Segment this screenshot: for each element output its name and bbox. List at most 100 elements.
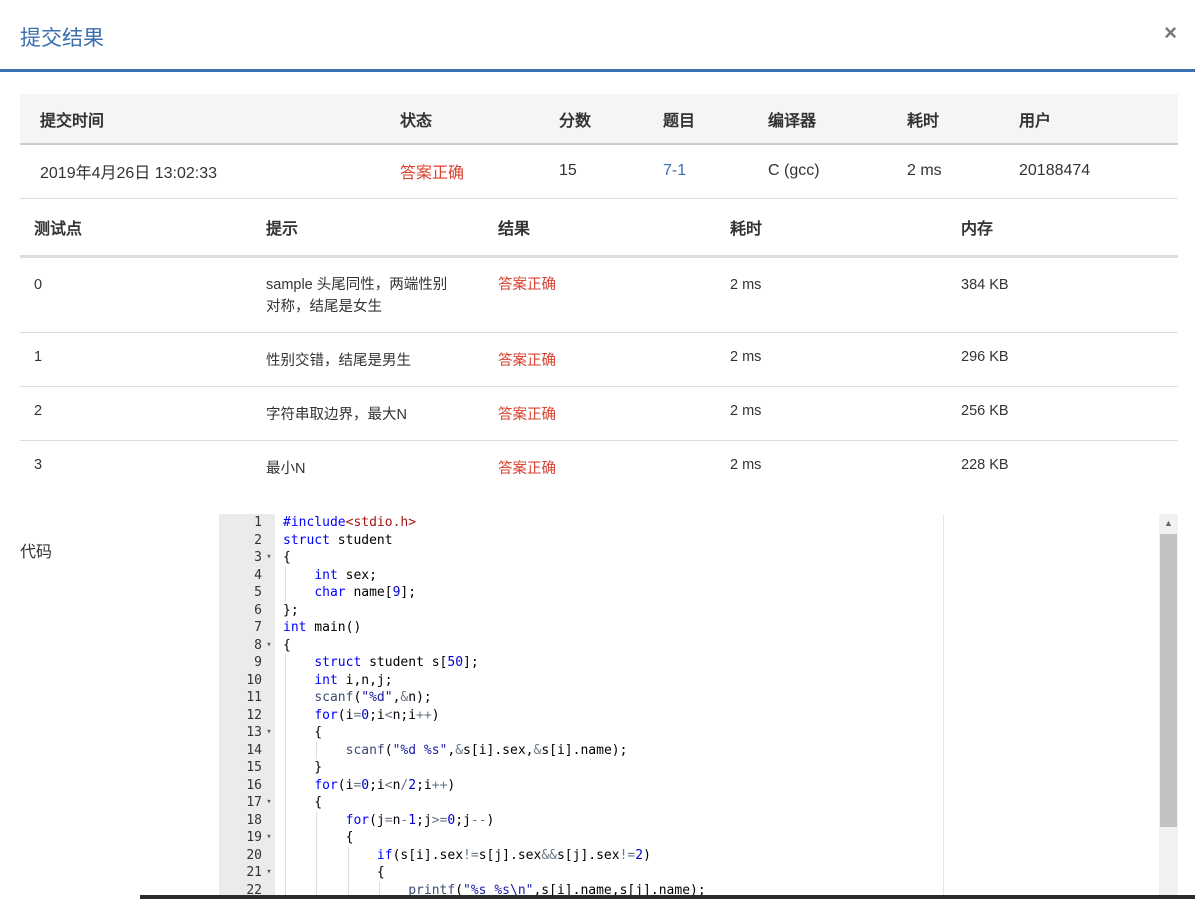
code-text: if(s[i].sex!=s[j].sex&&s[j].sex!=2) bbox=[376, 847, 651, 863]
test-id: 2 bbox=[20, 386, 252, 441]
line-number: 15 bbox=[246, 760, 262, 775]
fold-toggle-icon[interactable]: ▾ bbox=[264, 864, 274, 882]
test-results-table: 测试点 提示 结果 耗时 内存 0 sample 头尾同性，两端性别对称，结尾是… bbox=[20, 200, 1178, 494]
header-compiler: 编译器 bbox=[768, 112, 817, 130]
code-line: 1 #include<stdio.h> bbox=[219, 514, 1159, 532]
line-number: 2 bbox=[254, 532, 262, 548]
fold-toggle-icon[interactable]: ▾ bbox=[264, 794, 274, 812]
fold-toggle-icon[interactable]: ▾ bbox=[264, 549, 274, 567]
header-time: 耗时 bbox=[730, 221, 763, 239]
test-hint: sample 头尾同性，两端性别对称，结尾是女生 bbox=[252, 256, 484, 333]
code-line: 14 scanf("%d %s",&s[i].sex,&s[i].name); bbox=[219, 741, 1159, 759]
line-number: 19 bbox=[246, 830, 262, 845]
code-line: 15 } bbox=[219, 759, 1159, 777]
bottom-bar bbox=[140, 895, 1195, 899]
test-time: 2 ms bbox=[716, 332, 947, 387]
code-text: { bbox=[283, 795, 323, 810]
table-row: 1 性别交错，结尾是男生 答案正确 2 ms 296 KB bbox=[20, 332, 1178, 387]
line-number: 4 bbox=[254, 567, 262, 583]
test-id: 1 bbox=[20, 332, 252, 387]
test-result: 答案正确 bbox=[484, 332, 716, 387]
compiler-value: C (gcc) bbox=[768, 162, 820, 180]
summary-row: 2019年4月26日 13:02:33 答案正确 15 7-1 C (gcc) … bbox=[20, 144, 1178, 198]
line-number: 9 bbox=[254, 655, 262, 670]
line-number: 11 bbox=[246, 690, 262, 705]
code-editor[interactable]: 1 #include<stdio.h> 2 struct student 3 ▾{4 in… bbox=[219, 514, 1159, 899]
header-submit-time: 提交时间 bbox=[40, 112, 105, 130]
line-number: 5 bbox=[254, 585, 262, 600]
problem-link[interactable]: 7-1 bbox=[643, 144, 748, 198]
status-badge: 答案正确 bbox=[400, 165, 465, 183]
line-number: 17 bbox=[246, 795, 262, 810]
elapsed-value: 2 ms bbox=[907, 162, 942, 180]
code-line: 9 struct student s[50]; bbox=[219, 654, 1159, 672]
code-line: 13 ▾ { bbox=[219, 724, 1159, 742]
line-number: 7 bbox=[254, 620, 262, 635]
code-text: for(i=0;i<n;i++) bbox=[314, 707, 440, 723]
header-user: 用户 bbox=[1019, 112, 1052, 130]
code-line: 10 int i,n,j; bbox=[219, 671, 1159, 689]
code-text: int sex; bbox=[314, 567, 377, 583]
editor-scrollbar[interactable]: ▲ bbox=[1159, 514, 1178, 899]
code-line: 6}; bbox=[219, 602, 1159, 620]
tests-header-row: 测试点 提示 结果 耗时 内存 bbox=[20, 200, 1178, 256]
code-text: for(j=n-1;j>=0;j--) bbox=[345, 812, 495, 828]
fold-toggle-icon[interactable]: ▾ bbox=[264, 637, 274, 655]
code-line: 20 if(s[i].sex!=s[j].sex&&s[j].sex!=2) bbox=[219, 846, 1159, 864]
code-text: { bbox=[283, 550, 291, 565]
code-text: { bbox=[283, 865, 385, 880]
submit-time: 2019年4月26日 13:02:33 bbox=[40, 165, 218, 183]
header-status: 状态 bbox=[400, 112, 433, 130]
code-text: #include<stdio.h> bbox=[283, 515, 417, 530]
code-line: 12 for(i=0;i<n;i++) bbox=[219, 706, 1159, 724]
code-line: 16 for(i=0;i<n/2;i++) bbox=[219, 776, 1159, 794]
test-result: 答案正确 bbox=[484, 386, 716, 441]
header-memory: 内存 bbox=[961, 221, 994, 239]
summary-header-row: 提交时间 状态 分数 题目 编译器 耗时 用户 bbox=[20, 94, 1178, 144]
code-text: char name[9]; bbox=[314, 585, 417, 600]
close-icon[interactable]: × bbox=[1164, 20, 1177, 46]
line-number: 8 bbox=[254, 637, 262, 653]
code-label: 代码 bbox=[20, 544, 53, 561]
code-line: 21 ▾ { bbox=[219, 864, 1159, 882]
score-value: 15 bbox=[559, 162, 577, 180]
line-number: 10 bbox=[246, 672, 262, 688]
code-text: int main() bbox=[283, 620, 362, 635]
code-text: { bbox=[283, 637, 291, 653]
code-line: 19 ▾ { bbox=[219, 829, 1159, 847]
code-text: { bbox=[283, 830, 354, 845]
test-result: 答案正确 bbox=[484, 256, 716, 333]
test-hint: 字符串取边界，最大N bbox=[252, 386, 484, 441]
test-hint: 性别交错，结尾是男生 bbox=[252, 332, 484, 387]
code-line: 18 for(j=n-1;j>=0;j--) bbox=[219, 811, 1159, 829]
test-memory: 256 KB bbox=[947, 386, 1178, 441]
code-line: 2 struct student bbox=[219, 532, 1159, 550]
modal-header: 提交结果 × bbox=[0, 0, 1195, 72]
header-test-point: 测试点 bbox=[34, 221, 83, 239]
header-result: 结果 bbox=[498, 221, 531, 239]
code-line: 4 int sex; bbox=[219, 566, 1159, 584]
code-text: scanf("%d",&n); bbox=[314, 690, 432, 705]
line-number: 6 bbox=[254, 602, 262, 618]
code-line: 5 char name[9]; bbox=[219, 584, 1159, 602]
header-elapsed: 耗时 bbox=[907, 112, 940, 130]
test-hint: 最小N bbox=[266, 460, 306, 477]
scroll-up-icon[interactable]: ▲ bbox=[1159, 514, 1178, 533]
header-hint: 提示 bbox=[266, 221, 299, 239]
code-text: struct student s[50]; bbox=[314, 655, 479, 670]
test-memory: 228 KB bbox=[961, 456, 1009, 473]
line-number: 1 bbox=[254, 515, 262, 530]
code-text: { bbox=[283, 725, 323, 740]
code-line: 3 ▾ { bbox=[219, 549, 1159, 567]
line-number: 3 bbox=[254, 550, 262, 565]
test-id: 3 bbox=[34, 456, 43, 473]
line-number: 18 bbox=[246, 812, 262, 828]
code-line: 11 scanf("%d",&n); bbox=[219, 689, 1159, 707]
fold-toggle-icon[interactable]: ▾ bbox=[264, 724, 274, 742]
fold-toggle-icon[interactable]: ▾ bbox=[264, 829, 274, 847]
code-line: 7 int main() bbox=[219, 619, 1159, 637]
scrollbar-thumb[interactable] bbox=[1160, 534, 1177, 827]
line-number: 20 bbox=[246, 847, 262, 863]
line-number: 12 bbox=[246, 707, 262, 723]
code-text: } bbox=[283, 760, 323, 775]
